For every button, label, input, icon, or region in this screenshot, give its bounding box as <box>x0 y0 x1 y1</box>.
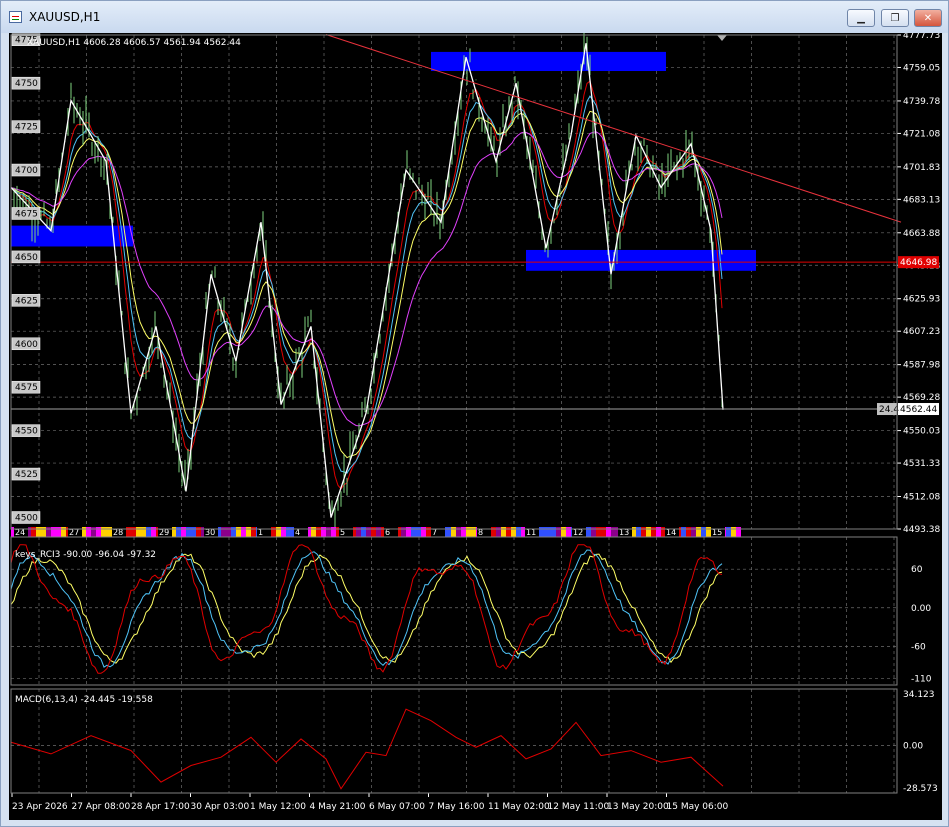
right-axis-label: 4759.05 <box>903 63 940 73</box>
rci-mid-line <box>10 549 723 668</box>
time-axis-label: 30 Apr 03:00 <box>191 802 250 812</box>
rci-indicator-pane: 60 0.00 -60 -110 <box>10 544 932 685</box>
right-axis-label: 4493.38 <box>903 525 940 535</box>
rci-header: keys_RCI3 -90.00 -96.04 -97.32 <box>15 550 156 560</box>
right-axis-label: 4531.33 <box>903 459 940 469</box>
macd-axis-label: -28.573 <box>903 784 938 794</box>
current-price-label: 4562.44 <box>900 405 937 415</box>
time-axis: 23 Apr 2026 27 Apr 08:00 28 Apr 17:00 30 Ap… <box>11 793 729 812</box>
rci-axis-label: -110 <box>911 675 932 685</box>
right-axis-label: 4607.23 <box>903 327 940 337</box>
time-axis-label: 27 Apr 08:00 <box>72 802 131 812</box>
rci-axis-label: -60 <box>911 642 926 652</box>
right-axis-label: 4569.28 <box>903 393 940 403</box>
zigzag-line <box>10 43 724 518</box>
macd-header: MACD(6,13,4) -24.445 -19.558 <box>15 695 153 705</box>
right-axis-label: 4739.78 <box>903 97 940 107</box>
right-axis-label: 4512.08 <box>903 493 940 503</box>
time-axis-label: 6 May 07:00 <box>369 802 425 812</box>
main-chart-header: XAUUSD,H1 4606.28 4606.57 4561.94 4562.4… <box>27 38 241 48</box>
window-title: XAUUSD,H1 <box>29 10 101 24</box>
time-axis-label: 7 May 16:00 <box>429 802 485 812</box>
chart-window-icon <box>9 11 22 23</box>
right-axis-label: 4777.73 <box>903 33 940 41</box>
left-axis-label: 4625 <box>15 296 38 306</box>
left-axis-label: 4600 <box>15 340 38 350</box>
time-axis-label: 12 May 11:00 <box>548 802 610 812</box>
time-axis-label: 13 May 20:00 <box>607 802 669 812</box>
left-axis-label: 4525 <box>15 470 38 480</box>
macd-axis-label: 34.123 <box>903 690 935 700</box>
left-axis-label: 4575 <box>15 383 38 393</box>
right-axis-label: 4683.13 <box>903 195 940 205</box>
time-axis-label: 1 May 12:00 <box>250 802 306 812</box>
chart-area[interactable]: 4775 4750 4725 4700 4675 4650 4625 4600 4575 4550… <box>9 30 942 820</box>
level-price-label: 4646.98 <box>900 258 937 268</box>
time-axis-label: 28 Apr 17:00 <box>131 802 190 812</box>
close-button[interactable]: ✕ <box>914 9 942 27</box>
main-pane-frame <box>10 34 898 530</box>
right-axis-label: 4625.93 <box>903 295 940 305</box>
time-axis-label: 11 May 02:00 <box>488 802 550 812</box>
right-axis-label: 4701.83 <box>903 163 940 173</box>
rci-axis-label: 0.00 <box>911 604 931 614</box>
left-price-axis: 4775475047254700467546504625460045754550… <box>11 33 41 524</box>
right-axis-label: 4587.98 <box>903 361 940 371</box>
rci-axis-label: 60 <box>911 565 923 575</box>
left-axis-label: 4750 <box>15 79 38 89</box>
time-axis-label: 4 May 21:00 <box>310 802 366 812</box>
macd-line <box>10 708 724 790</box>
rci-short-line <box>10 544 723 674</box>
right-axis-label: 4550.03 <box>903 427 940 437</box>
zone-rect-0 <box>431 51 666 72</box>
right-axis-label: 4663.88 <box>903 229 940 239</box>
restore-button[interactable]: ❐ <box>881 9 909 27</box>
left-axis-label: 4700 <box>15 166 38 176</box>
left-axis-label: 4725 <box>15 123 38 133</box>
minimize-button[interactable]: ▁ <box>847 9 875 27</box>
right-price-axis[interactable]: 4777.73 4759.05 4739.78 4721.08 4701.83 4683.… <box>877 31 940 535</box>
macd-indicator-pane: 34.123 0.00 -28.573 <box>10 690 938 794</box>
left-axis-label: 4500 <box>15 513 38 523</box>
macd-axis-label: 0.00 <box>903 742 923 752</box>
right-axis-label: 4721.08 <box>903 129 940 139</box>
left-axis-label: 4650 <box>15 253 38 263</box>
left-axis-label: 4550 <box>15 427 38 437</box>
price-chart-svg[interactable]: 4775475047254700467546504625460045754550… <box>9 30 942 820</box>
time-axis-label: 15 May 06:00 <box>667 802 729 812</box>
spread-label: 24.4 <box>879 405 899 415</box>
time-axis-label: 23 Apr 2026 <box>12 802 68 812</box>
left-axis-label: 4675 <box>15 209 38 219</box>
chart-shift-marker-icon[interactable] <box>717 35 727 41</box>
terminal-window: XAUUSD,H1 ▁ ❐ ✕ 4775 4750 4725 4700 4675 4650… <box>0 0 949 827</box>
main-grid <box>11 34 897 793</box>
title-bar[interactable]: XAUUSD,H1 ▁ ❐ ✕ <box>1 1 948 33</box>
